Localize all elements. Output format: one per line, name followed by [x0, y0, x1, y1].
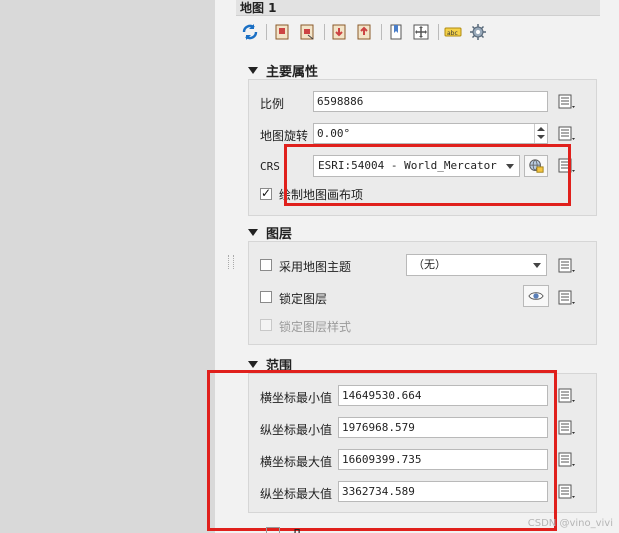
- lock-layers-checkbox[interactable]: [260, 291, 272, 303]
- next-section-label: Л: [292, 527, 301, 533]
- map-theme-value: （无）: [413, 258, 446, 271]
- remove-item-icon[interactable]: [297, 22, 317, 42]
- rotation-input[interactable]: 0.00°: [313, 123, 548, 144]
- collapse-triangle-icon[interactable]: [248, 67, 258, 74]
- collapse-triangle-icon[interactable]: [248, 361, 258, 368]
- follow-map-theme-checkbox[interactable]: [260, 259, 272, 271]
- scale-label: 比例: [260, 97, 285, 111]
- label-icon[interactable]: abc: [443, 22, 463, 42]
- settings-icon[interactable]: [468, 22, 488, 42]
- data-defined-override-icon[interactable]: [556, 124, 578, 144]
- toolbar-separator: [381, 24, 382, 40]
- rotation-value: 0.00°: [317, 127, 351, 140]
- layers-header[interactable]: 图层: [248, 223, 292, 242]
- view-extent-icon[interactable]: [354, 22, 374, 42]
- toolbar-separator: [266, 24, 267, 40]
- rotation-label: 地图旋转: [260, 129, 309, 143]
- crs-label: CRS: [260, 160, 280, 173]
- visibility-presets-button[interactable]: [523, 285, 549, 307]
- add-item-icon[interactable]: [272, 22, 292, 42]
- next-section-checkbox[interactable]: [266, 527, 280, 533]
- map-theme-select[interactable]: （无）: [406, 254, 547, 276]
- panel-title: 地图 1: [236, 0, 600, 16]
- lock-layers-label: 锁定图层: [279, 292, 328, 306]
- lock-layer-styles-label: 锁定图层样式: [279, 320, 352, 334]
- highlight-box-extents: [207, 370, 557, 531]
- data-defined-override-icon[interactable]: [556, 482, 578, 502]
- data-defined-override-icon[interactable]: [556, 418, 578, 438]
- draw-canvas-items-checkbox[interactable]: [260, 186, 272, 200]
- data-defined-override-icon[interactable]: [556, 256, 578, 276]
- main-properties-header[interactable]: 主要属性: [248, 61, 318, 80]
- highlight-box-crs: [284, 144, 571, 206]
- scale-input[interactable]: 6598886: [313, 91, 548, 112]
- layers-title: 图层: [266, 227, 293, 242]
- toolbar-separator: [324, 24, 325, 40]
- main-properties-title: 主要属性: [266, 65, 319, 80]
- data-defined-override-icon[interactable]: [556, 450, 578, 470]
- svg-text:abc: abc: [447, 30, 458, 37]
- data-defined-override-icon[interactable]: [556, 288, 578, 308]
- eye-icon: [528, 292, 544, 300]
- chevron-down-icon: [533, 263, 541, 268]
- move-content-icon[interactable]: [411, 22, 431, 42]
- data-defined-override-icon[interactable]: [556, 386, 578, 406]
- follow-map-theme-label: 采用地图主题: [279, 260, 352, 274]
- map-item-toolbar: abc: [236, 18, 600, 46]
- next-section-partial: Л: [260, 527, 560, 533]
- map-canvas-area: [0, 0, 215, 533]
- set-extent-icon[interactable]: [329, 22, 349, 42]
- data-defined-override-icon[interactable]: [556, 92, 578, 112]
- panel-splitter-handle[interactable]: [228, 255, 234, 269]
- bookmark-icon[interactable]: [386, 22, 406, 42]
- lock-layer-styles-checkbox[interactable]: [260, 319, 272, 331]
- collapse-triangle-icon[interactable]: [248, 229, 258, 236]
- refresh-icon[interactable]: [240, 22, 260, 42]
- watermark: CSDN @vino_vivi: [527, 518, 613, 529]
- toolbar-separator: [438, 24, 439, 40]
- rotation-spinner[interactable]: [534, 124, 547, 143]
